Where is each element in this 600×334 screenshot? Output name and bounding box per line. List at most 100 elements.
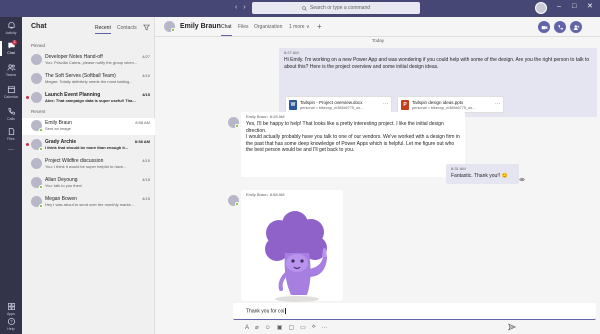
file-attachment[interactable]: P Tailspin design ideas.pptx personal > …	[397, 96, 504, 113]
calendar-icon	[7, 86, 15, 94]
conversation-header: Emily Braun Chat Files Organization 1 mo…	[155, 17, 600, 37]
message-text: I would actually probably have you talk …	[246, 134, 460, 154]
chat-item-time: 4/15	[142, 196, 150, 201]
emoji-icon[interactable]: ☺	[265, 325, 271, 331]
avatar	[31, 54, 42, 65]
rail-item-more[interactable]: ...	[0, 145, 22, 165]
word-file-icon: W	[289, 100, 297, 110]
presence-indicator	[39, 185, 43, 189]
more-icon: ...	[8, 145, 14, 152]
svg-text:?: ?	[10, 319, 13, 324]
tab-chat[interactable]: Chat	[221, 24, 232, 36]
chat-item-time: 8:58 AM	[134, 139, 150, 144]
phone-icon	[7, 107, 15, 115]
chat-item[interactable]: Grady Archie 8:58 AM I think that should…	[22, 137, 155, 154]
praise-icon[interactable]: ⟡	[312, 324, 316, 331]
gif-icon[interactable]: ▣	[277, 324, 283, 331]
search-placeholder: Search or type a command	[309, 5, 371, 11]
rail-item-chat[interactable]: 3 Chat	[0, 39, 22, 59]
message-time: 8:27 AM	[284, 50, 299, 55]
presence-indicator	[171, 28, 175, 32]
compose-text: Thank you for coi	[246, 308, 285, 315]
teams-icon	[6, 64, 16, 71]
message-outgoing: 8:31 AM Fantastic. Thank you!! 😊	[446, 164, 519, 184]
chat-item[interactable]: Launch Event Planning 4/15 Alex: That ca…	[22, 90, 155, 107]
chat-item[interactable]: Allan Deyoung 4/15 You: talk to you then…	[22, 175, 155, 192]
rail-item-activity[interactable]: Activity	[0, 19, 22, 39]
chat-list-header: Chat Recent Contacts	[22, 17, 155, 36]
rail-item-help[interactable]: ? Help	[0, 315, 22, 334]
minimize-button[interactable]: –	[557, 3, 561, 11]
presence-indicator	[39, 204, 43, 208]
message-incoming: Emily Braun 8:28 AM Yes, I'll be happy t…	[241, 112, 465, 177]
format-icon[interactable]: A	[245, 325, 249, 331]
rail-item-calls[interactable]: Calls	[0, 105, 22, 125]
chat-item-preview: I think that should be more than enough …	[45, 145, 129, 150]
pinned-section-label: Pinned	[31, 43, 46, 48]
chat-item-time: 4/15	[142, 92, 150, 97]
chat-item-preview: Sent an image	[45, 126, 71, 131]
maximize-button[interactable]: □	[572, 3, 576, 11]
tab-organization[interactable]: Organization	[254, 24, 282, 30]
rail-label: Help	[7, 327, 15, 331]
day-divider: Today	[372, 38, 385, 43]
chat-item-preview: You: talk to you then!	[45, 183, 83, 188]
apps-icon	[7, 302, 15, 311]
back-icon[interactable]: ‹	[235, 4, 237, 12]
add-tab-button[interactable]: +	[317, 22, 322, 31]
chat-item[interactable]: Emily Braun 8:58 AM Sent an image	[22, 118, 155, 135]
file-attachment[interactable]: W Tailspin - Project overview.docx perso…	[285, 96, 392, 113]
more-options-icon[interactable]: ···	[383, 101, 388, 107]
presence-indicator	[39, 147, 43, 151]
chat-item[interactable]: The Soft Serves (Softball Team) 4/10 Meg…	[22, 71, 155, 88]
meet-now-icon[interactable]: ▭	[300, 324, 306, 331]
chat-item[interactable]: Project Wildfire discussion 4/15 You: I …	[22, 156, 155, 173]
video-call-button[interactable]	[538, 21, 550, 33]
forward-icon[interactable]: ›	[243, 4, 245, 12]
sticker-image[interactable]	[251, 211, 343, 303]
rail-label: Calls	[7, 117, 15, 121]
rail-label: Calendar	[3, 95, 19, 99]
profile-avatar[interactable]	[535, 2, 547, 14]
tab-recent[interactable]: Recent	[95, 25, 111, 34]
file-name: Tailspin design ideas.pptx	[412, 100, 464, 105]
message-author: Emily Braun	[246, 192, 268, 197]
search-box[interactable]: Search or type a command	[252, 2, 420, 14]
rail-label: Teams	[5, 73, 17, 77]
rail-item-teams[interactable]: Teams	[0, 61, 22, 81]
tab-more[interactable]: 1 more ∨	[289, 24, 310, 30]
presence-indicator	[235, 202, 239, 206]
chat-item-preview: Alex: That campaign data is super useful…	[45, 98, 136, 103]
message-time: 8:31 AM	[451, 166, 466, 171]
rail-item-files[interactable]: Files	[0, 125, 22, 145]
attach-icon[interactable]: ⌀	[255, 324, 259, 331]
app-rail: Activity 3 Chat Teams Calendar Calls Fil…	[0, 17, 22, 334]
message-text: Hi Emily. I'm working on a new Power App…	[284, 57, 590, 70]
send-icon[interactable]	[508, 323, 516, 331]
chat-item[interactable]: Developer Notes Hand-off 4/27 You: Prisc…	[22, 52, 155, 69]
rail-item-calendar[interactable]: Calendar	[0, 83, 22, 103]
chat-list-title: Chat	[31, 23, 47, 30]
file-name: Tailspin - Project overview.docx	[300, 100, 363, 105]
audio-call-button[interactable]	[554, 21, 566, 33]
chat-item-preview: Megan: Totally definitely needs the most…	[45, 79, 133, 84]
message-time: 8:28 AM	[269, 114, 285, 119]
rail-label: Files	[7, 137, 15, 141]
add-people-button[interactable]	[570, 21, 582, 33]
video-camera-icon	[541, 25, 547, 29]
add-people-icon	[573, 24, 579, 30]
tab-contacts[interactable]: Contacts	[117, 25, 137, 31]
message-compose-box[interactable]: Thank you for coi	[233, 303, 596, 320]
chat-item-time: 4/15	[142, 177, 150, 182]
conversation-title: Emily Braun	[180, 23, 221, 30]
chat-item[interactable]: Megan Bowen 4/15 Hey I was about to send…	[22, 194, 155, 211]
more-options-icon[interactable]: ···	[322, 325, 328, 331]
avatar	[26, 92, 42, 103]
more-options-icon[interactable]: ···	[495, 101, 500, 107]
tab-files[interactable]: Files	[238, 24, 249, 30]
sticker-icon[interactable]: ▢	[288, 324, 294, 331]
close-button[interactable]: ✕	[587, 3, 593, 11]
files-icon	[8, 127, 14, 136]
rail-label: Activity	[5, 31, 17, 35]
filter-icon[interactable]	[143, 24, 150, 31]
